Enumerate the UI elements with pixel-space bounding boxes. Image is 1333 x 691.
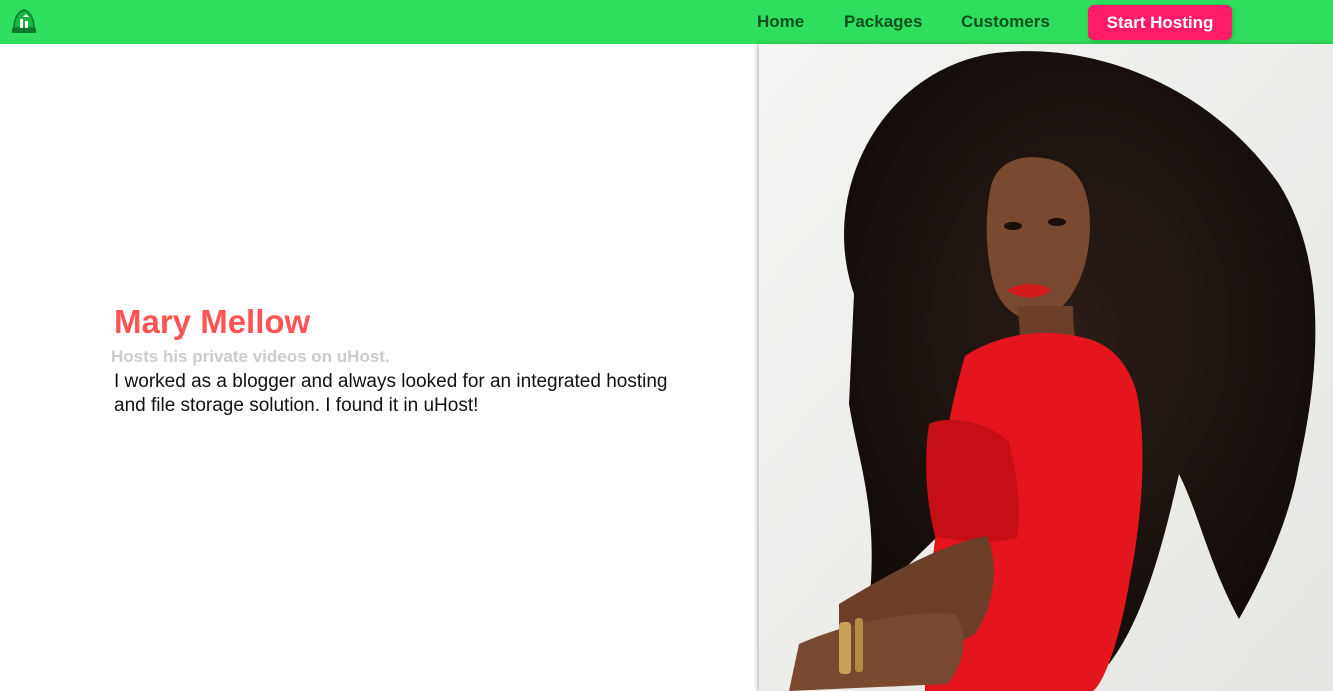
customer-photo [759,44,1333,691]
nav-customers-link[interactable]: Customers [961,12,1050,32]
customer-name: Mary Mellow [114,303,311,340]
nav-packages-link[interactable]: Packages [844,12,922,32]
page: Home Packages Customers Start Hosting Ma… [0,0,1333,691]
nav-home-link[interactable]: Home [757,12,804,32]
main-header: Home Packages Customers Start Hosting [0,0,1333,44]
customer-quote: I worked as a blogger and always looked … [114,371,668,416]
start-hosting-button[interactable]: Start Hosting [1088,5,1232,40]
uhost-logo-icon[interactable] [11,8,37,34]
customer-subtitle: Hosts his private videos on uHost. [111,347,390,366]
